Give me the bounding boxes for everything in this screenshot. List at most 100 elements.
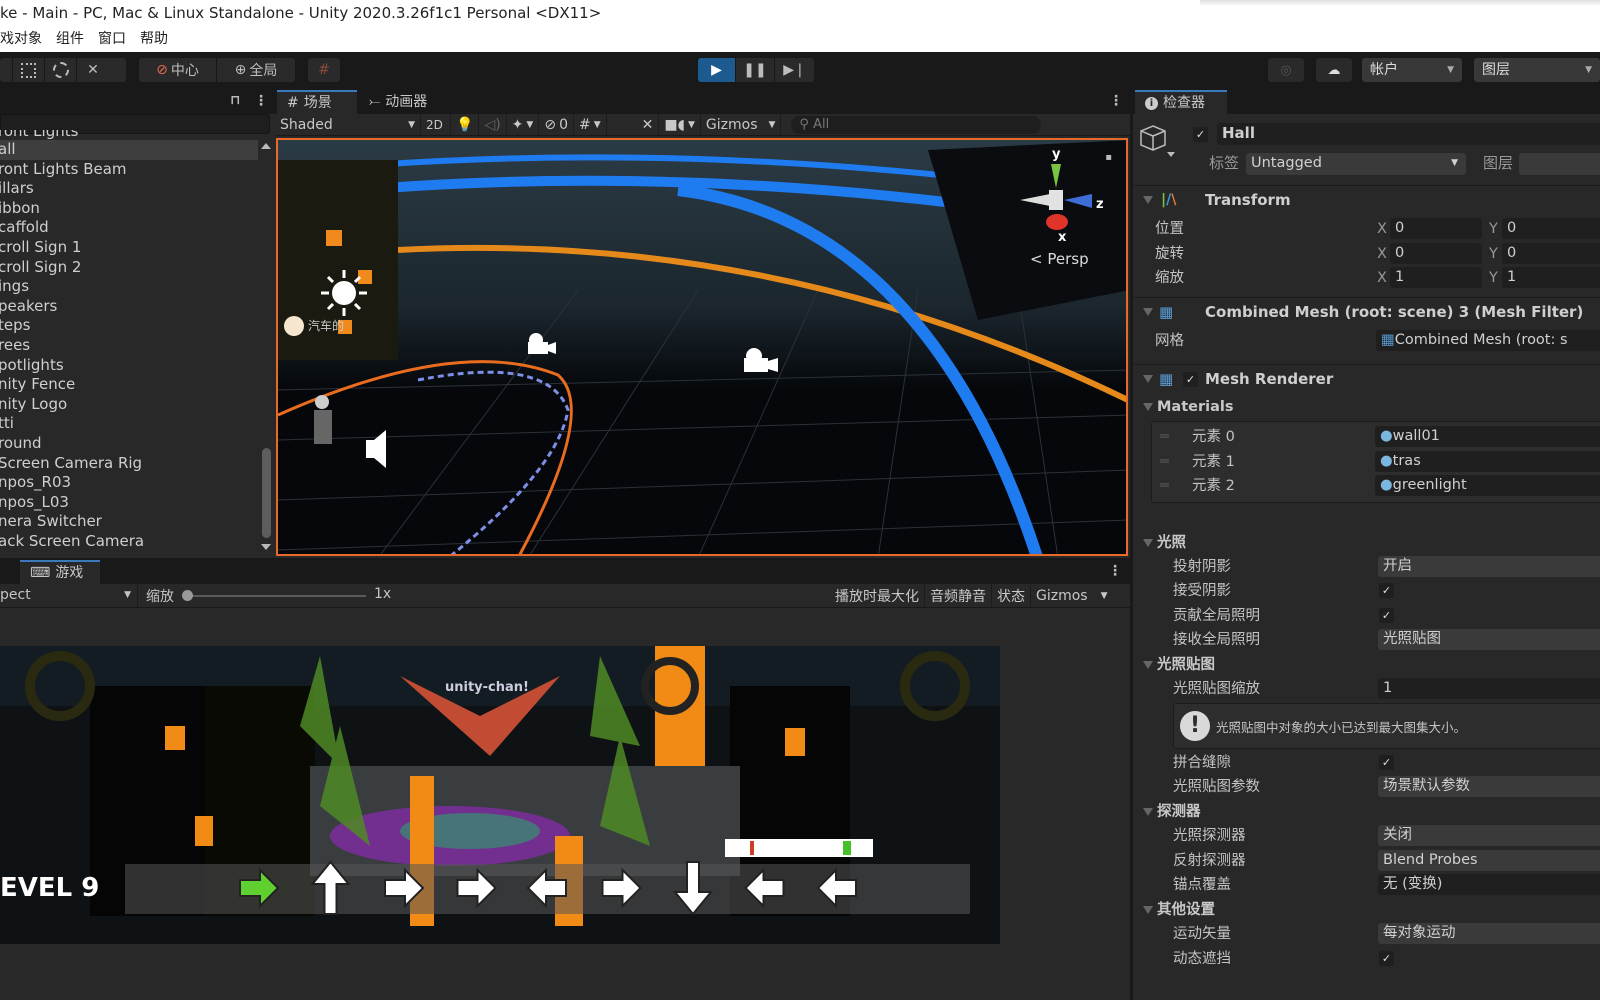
mesh-renderer-header[interactable]: ▦ ✓ Mesh Renderer — [1133, 364, 1600, 392]
game-viewport[interactable]: unity-chan! EVEL 9 — [0, 646, 1000, 944]
kebab-menu-icon[interactable]: ⋮ — [1108, 564, 1122, 578]
y-input[interactable]: 0 — [1502, 218, 1600, 239]
hierarchy-item[interactable]: nera Switcher — [0, 512, 258, 532]
step-button[interactable]: ▶❘ — [775, 58, 814, 82]
z-axis-cone[interactable] — [1064, 194, 1092, 208]
hierarchy-item[interactable]: tti — [0, 414, 258, 434]
hierarchy-item[interactable]: Screen Camera Rig — [0, 454, 258, 474]
x-axis-label[interactable]: X — [1377, 266, 1387, 290]
layers-dropdown[interactable]: 图层 ▼ — [1474, 58, 1600, 82]
lock-icon[interactable]: ▪ — [1105, 152, 1112, 163]
receive-shadows-checkbox[interactable]: ✓ — [1379, 583, 1394, 598]
menu-gameobject[interactable]: 戏对象 — [0, 28, 50, 52]
custom-tool-button[interactable]: ✕ — [77, 58, 109, 82]
menu-component[interactable]: 组件 — [56, 28, 92, 52]
gizmo-cube[interactable] — [1049, 190, 1063, 210]
stats-toggle[interactable]: 状态 — [992, 584, 1031, 608]
lighting-toggle[interactable]: 💡 — [451, 113, 480, 136]
transform-header[interactable]: |/\ Transform — [1133, 185, 1600, 213]
hierarchy-item[interactable]: ack Screen Camera — [0, 532, 258, 552]
mute-audio-toggle[interactable]: 音频静音 — [925, 584, 992, 608]
object-name-input[interactable]: Hall — [1217, 123, 1600, 145]
hierarchy-item[interactable]: ront Lights — [0, 130, 258, 140]
hierarchy-item[interactable]: round — [0, 434, 258, 454]
hidden-objects-toggle[interactable]: ⊘ 0 — [539, 113, 574, 136]
hierarchy-item[interactable]: caffold — [0, 218, 258, 238]
gizmos-dropdown[interactable]: Gizmos ▼ — [701, 113, 782, 136]
y-axis-label[interactable]: Y — [1489, 217, 1498, 241]
active-checkbox[interactable]: ✓ — [1193, 127, 1208, 142]
2d-toggle[interactable]: 2D — [421, 113, 451, 136]
tab-game[interactable]: ⌨ 游戏 — [20, 560, 100, 584]
stitch-seams-checkbox[interactable]: ✓ — [1379, 755, 1394, 770]
transform-row-label[interactable]: 旋转 — [1155, 242, 1184, 266]
orientation-gizmo[interactable]: y z x < Persp ▪ — [1012, 146, 1112, 268]
x-axis-label[interactable]: X — [1377, 217, 1387, 241]
hierarchy-item[interactable]: illars — [0, 179, 258, 199]
hierarchy-item[interactable]: ront Lights Beam — [0, 160, 258, 180]
lightmap-scale-dropdown[interactable]: 1 — [1378, 678, 1600, 699]
point-light-gizmo[interactable] — [284, 316, 304, 336]
y-axis-label[interactable]: Y — [1489, 242, 1498, 266]
motion-vectors-dropdown[interactable]: 每对象运动 — [1378, 923, 1600, 944]
receive-gi-dropdown[interactable]: 光照贴图 — [1378, 629, 1600, 650]
x-axis-cone[interactable] — [1046, 214, 1068, 230]
hierarchy-item[interactable]: ibbon — [0, 199, 258, 219]
y-input[interactable]: 1 — [1502, 267, 1600, 288]
zoom-slider-handle[interactable] — [182, 590, 193, 601]
material-field[interactable]: ●wall01 — [1375, 426, 1600, 447]
pause-button[interactable]: ❚❚ — [736, 58, 775, 82]
scrollbar-thumb[interactable] — [262, 448, 271, 538]
drag-handle-icon[interactable]: ═ — [1160, 474, 1169, 498]
hierarchy-item[interactable]: nity Fence — [0, 375, 258, 395]
directional-light-gizmo[interactable] — [332, 281, 356, 305]
hierarchy-item[interactable]: npos_L03 — [0, 493, 258, 513]
tools-toggle[interactable]: ✕ — [637, 113, 660, 136]
neg-x-cone[interactable] — [1020, 194, 1050, 206]
shading-mode-dropdown[interactable]: Shaded ▼ — [275, 113, 421, 136]
drag-handle-icon[interactable]: ═ — [1160, 425, 1169, 449]
game-gizmos-toggle[interactable]: Gizmos ▼ — [1031, 584, 1113, 608]
probes-section[interactable]: 探测器 — [1133, 800, 1600, 824]
hierarchy-item[interactable]: potlights — [0, 356, 258, 376]
hierarchy-item[interactable]: peakers — [0, 297, 258, 317]
tool-scale[interactable] — [0, 58, 13, 82]
tab-scene[interactable]: # 场景 — [277, 90, 357, 114]
y-input[interactable]: 0 — [1502, 242, 1600, 264]
hierarchy-item[interactable]: croll Sign 1 — [0, 238, 258, 258]
anchor-override-dropdown[interactable]: 无 (变换) — [1378, 874, 1600, 895]
kebab-menu-icon[interactable]: ⋮ — [1109, 94, 1123, 108]
cloud-button[interactable]: ☁ — [1316, 58, 1352, 82]
light-probes-dropdown[interactable]: 关闭 — [1378, 825, 1600, 846]
zoom-slider[interactable] — [188, 595, 366, 597]
space-toggle[interactable]: ⊕ 全局 — [217, 58, 295, 82]
drag-handle-icon[interactable]: ═ — [1160, 450, 1169, 474]
transform-row-label[interactable]: 缩放 — [1155, 266, 1184, 290]
hierarchy-item[interactable]: croll Sign 2 — [0, 258, 258, 278]
hierarchy-item[interactable]: ings — [0, 277, 258, 297]
materials-header[interactable]: Materials — [1133, 395, 1600, 419]
grid-dropdown[interactable]: # ▼ — [574, 113, 607, 136]
reflection-probes-dropdown[interactable]: Blend Probes — [1378, 850, 1600, 871]
transform-row-label[interactable]: 位置 — [1155, 217, 1184, 241]
lock-icon[interactable]: ⊓ — [230, 94, 240, 108]
lightmap-params-dropdown[interactable]: 场景默认参数 — [1378, 776, 1600, 797]
scene-viewport[interactable]: 汽车的 y z x < Persp ▪ — [276, 138, 1128, 556]
audio-toggle[interactable]: ◁) — [479, 113, 507, 136]
grid-snap-button[interactable]: # — [308, 58, 340, 82]
menu-help[interactable]: 帮助 — [140, 28, 176, 52]
hierarchy-item[interactable]: teps — [0, 316, 258, 336]
account-dropdown[interactable]: 帐户 ▼ — [1362, 58, 1462, 82]
hierarchy-item[interactable]: npos_R03 — [0, 473, 258, 493]
hierarchy-item[interactable]: rees — [0, 336, 258, 356]
dynamic-occlusion-checkbox[interactable]: ✓ — [1379, 951, 1394, 966]
effects-dropdown[interactable]: ✦ ▼ — [507, 113, 540, 136]
play-button[interactable]: ▶ — [698, 58, 736, 82]
y-axis-cone[interactable] — [1051, 164, 1061, 188]
persp-toggle[interactable]: < Persp — [1030, 250, 1089, 268]
x-input[interactable]: 0 — [1390, 218, 1482, 239]
tag-dropdown[interactable]: Untagged ▼ — [1246, 153, 1466, 175]
lightmapping-section[interactable]: 光照贴图 — [1133, 653, 1600, 677]
scroll-up-icon[interactable] — [261, 143, 271, 149]
transform-tool-button[interactable] — [45, 58, 77, 82]
